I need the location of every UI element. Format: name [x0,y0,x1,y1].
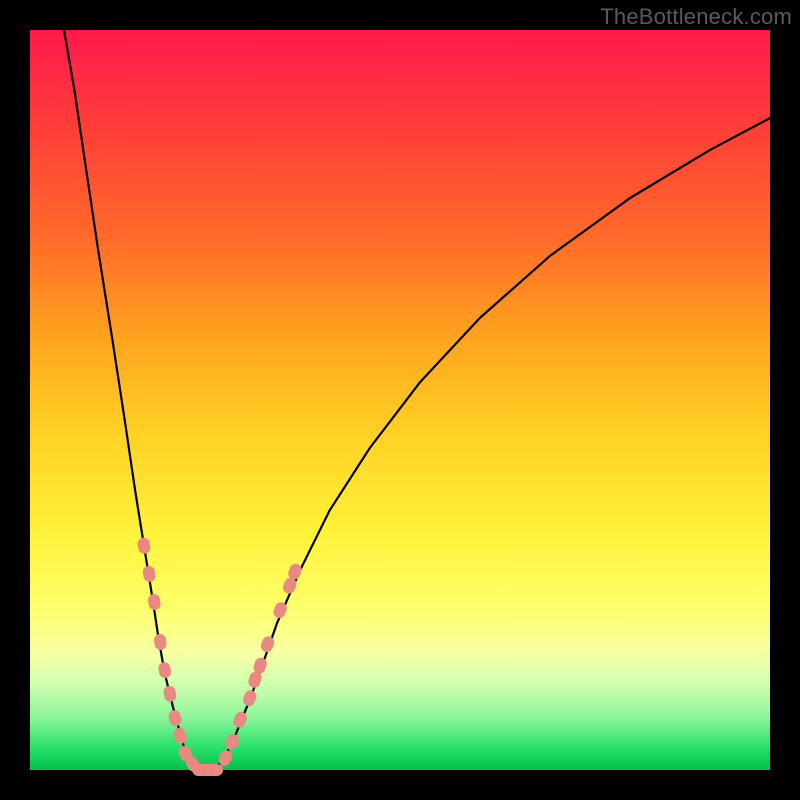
curve-layer [30,30,770,770]
plot-area [30,30,770,770]
outer-frame: TheBottleneck.com [0,0,800,800]
bead-marker [224,732,241,751]
bead-marker [232,710,249,729]
bead-marker [172,727,188,746]
bead-marker [147,593,161,611]
bead-marker [207,764,223,776]
right-curve [215,118,770,770]
bead-marker [259,635,276,654]
bead-marker [167,709,182,727]
bead-marker [162,685,177,703]
bead-marker [153,633,167,651]
bead-marker [157,661,172,679]
left-curve [64,30,200,770]
bead-marker [142,565,157,583]
watermark-text: TheBottleneck.com [600,4,792,30]
bead-marker [241,689,258,708]
bead-marker [137,537,152,555]
